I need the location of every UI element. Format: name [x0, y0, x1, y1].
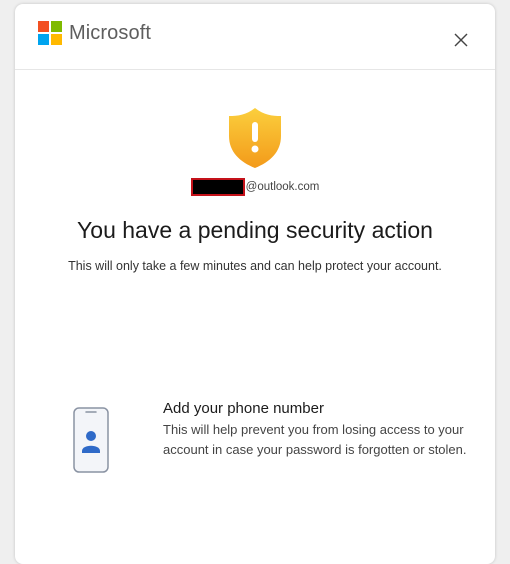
action-title[interactable]: Add your phone number: [163, 400, 324, 417]
security-dialog: Microsoft @outlook.com You have a pendin…: [15, 4, 495, 564]
phone-person-icon: [71, 406, 111, 474]
brand-name: Microsoft: [69, 21, 152, 44]
action-description: This will help prevent you from losing a…: [163, 422, 467, 457]
close-icon: [454, 33, 468, 47]
page-subtitle: This will only take a few minutes and ca…: [68, 259, 442, 273]
close-button[interactable]: [451, 30, 471, 50]
account-domain: @outlook.com: [245, 181, 320, 193]
microsoft-logo-icon: [38, 21, 62, 45]
warning-shield-icon: [226, 106, 284, 170]
redacted-username: [190, 178, 245, 196]
dialog-header: Microsoft: [15, 4, 495, 70]
page-title: You have a pending security action: [77, 217, 433, 243]
microsoft-logo: Microsoft: [38, 21, 151, 45]
account-identifier: @outlook.com: [15, 178, 495, 196]
